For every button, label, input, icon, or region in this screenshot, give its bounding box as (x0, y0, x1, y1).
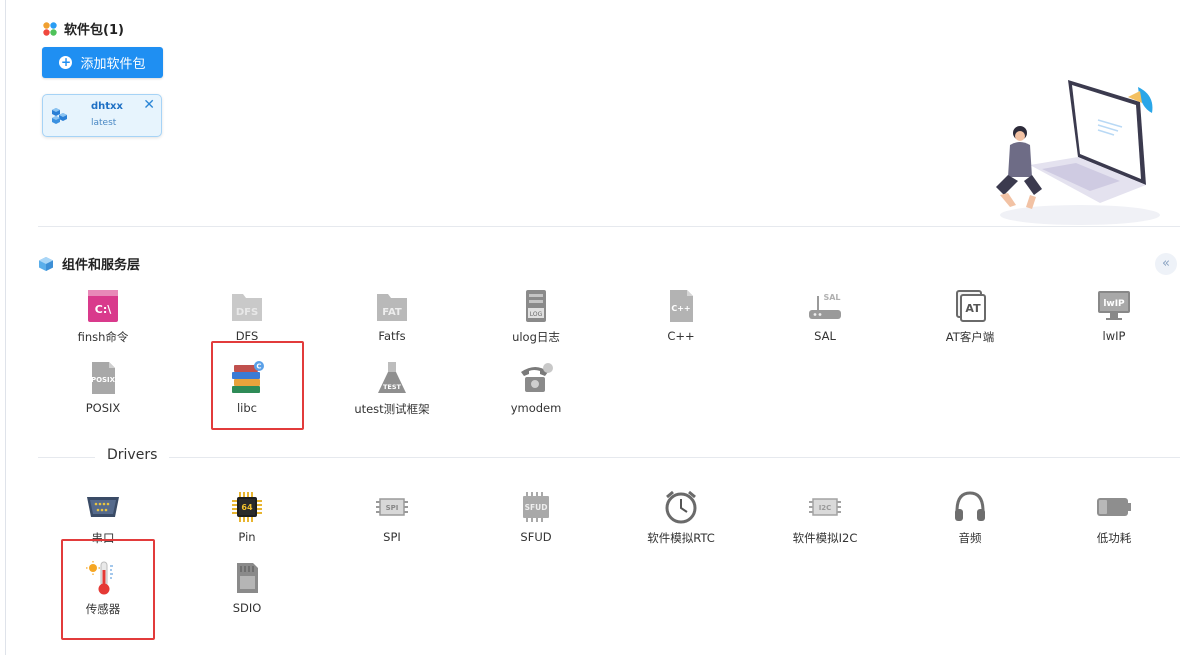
left-border (5, 0, 6, 655)
router-icon: SAL (809, 293, 841, 319)
packages-header: 软件包(1) (42, 19, 124, 38)
clock-icon (665, 490, 697, 524)
driver-label: 音频 (958, 531, 982, 545)
component-label: ulog日志 (512, 330, 560, 344)
component-sal[interactable]: SAL SAL (775, 288, 875, 348)
component-label: C++ (667, 329, 695, 343)
packages-icon (43, 21, 57, 36)
svg-text:C:\: C:\ (95, 303, 112, 316)
svg-text:SPI: SPI (386, 504, 399, 512)
driver-sfud[interactable]: SFUD SFUD (486, 489, 586, 549)
component-label: utest测试框架 (354, 402, 430, 416)
spi-bus-icon: SPI (376, 498, 408, 516)
driver-audio[interactable]: 音频 (920, 489, 1020, 549)
add-package-button[interactable]: + 添加软件包 (42, 47, 163, 78)
telephone-icon (521, 363, 553, 392)
remove-package-close-icon[interactable]: ✕ (143, 97, 155, 113)
driver-label: SDIO (232, 601, 262, 615)
component-ulog[interactable]: LOG ulog日志 (486, 288, 586, 348)
highlight-box-sensor (61, 539, 155, 640)
driver-soft-rtc[interactable]: 软件模拟RTC (631, 489, 731, 549)
driver-label: 低功耗 (1096, 531, 1132, 545)
highlight-box-libc (211, 341, 304, 430)
collapse-panel-button[interactable]: « (1155, 253, 1177, 275)
component-at-client[interactable]: AT AT客户端 (920, 288, 1020, 348)
components-cube-icon (39, 256, 53, 271)
sd-card-icon (237, 563, 258, 593)
serial-port-icon (87, 497, 119, 517)
svg-text:I2C: I2C (819, 504, 832, 512)
package-card-dhtxx[interactable]: dhtxx latest ✕ (42, 94, 162, 137)
battery-icon (1097, 498, 1131, 516)
component-posix[interactable]: POSIX POSIX (53, 360, 153, 420)
terminal-icon: C:\ (88, 290, 118, 322)
driver-spi[interactable]: SPI SPI (342, 489, 442, 549)
drivers-divider (38, 457, 1180, 458)
svg-text:DFS: DFS (236, 307, 258, 318)
driver-label: SPI (383, 530, 401, 544)
component-label: finsh命令 (77, 330, 129, 344)
headphones-icon (955, 491, 985, 521)
cpp-file-icon: C++ (670, 290, 693, 322)
i2c-bus-icon: I2C (809, 498, 841, 516)
component-label: SAL (814, 329, 836, 343)
folder-icon: FAT (377, 294, 407, 321)
package-cubes-icon (52, 108, 67, 124)
driver-low-power[interactable]: 低功耗 (1064, 489, 1164, 549)
chip-icon: 64 (232, 492, 262, 522)
component-label: AT客户端 (945, 330, 995, 344)
driver-sdio[interactable]: SDIO (197, 560, 297, 620)
svg-text:POSIX: POSIX (91, 376, 116, 384)
components-title: 组件和服务层 (62, 258, 141, 273)
laptop-person-illustration (996, 80, 1160, 225)
component-utest[interactable]: TEST utest测试框架 (342, 360, 442, 420)
driver-label: Pin (238, 530, 256, 544)
driver-label: SFUD (520, 530, 552, 544)
component-lwip[interactable]: lwIP lwIP (1064, 288, 1164, 348)
monitor-icon: lwIP (1098, 291, 1130, 320)
svg-text:64: 64 (241, 503, 253, 512)
flash-chip-icon: SFUD (523, 492, 549, 522)
packages-title: 软件包(1) (64, 23, 124, 38)
folder-icon: DFS (232, 294, 262, 321)
driver-soft-i2c[interactable]: I2C 软件模拟I2C (775, 489, 875, 549)
drivers-title: Drivers (95, 447, 170, 463)
svg-text:SFUD: SFUD (525, 503, 548, 512)
component-dfs[interactable]: DFS DFS (197, 288, 297, 348)
driver-label: 软件模拟I2C (792, 531, 858, 545)
add-package-label: 添加软件包 (80, 57, 146, 72)
svg-text:lwIP: lwIP (1103, 299, 1125, 309)
package-name: dhtxx (91, 101, 123, 112)
svg-text:AT: AT (965, 302, 981, 315)
section-divider (38, 226, 1180, 227)
log-file-icon: LOG (526, 290, 546, 322)
posix-file-icon: POSIX (91, 362, 116, 394)
svg-text:C++: C++ (671, 304, 690, 313)
at-command-icon: AT (956, 290, 986, 322)
component-cpp[interactable]: C++ C++ (631, 288, 731, 348)
driver-label: 软件模拟RTC (647, 531, 715, 545)
svg-text:FAT: FAT (382, 307, 402, 318)
svg-text:TEST: TEST (383, 383, 402, 391)
component-label: POSIX (85, 401, 121, 415)
component-label: ymodem (510, 401, 562, 415)
driver-pin[interactable]: 64 Pin (197, 489, 297, 549)
component-label: Fatfs (378, 329, 406, 343)
component-fatfs[interactable]: FAT Fatfs (342, 288, 442, 348)
component-label: lwIP (1102, 329, 1126, 343)
component-finsh[interactable]: C:\ finsh命令 (53, 288, 153, 348)
components-header: 组件和服务层 (38, 254, 140, 273)
flask-icon: TEST (378, 362, 406, 393)
component-ymodem[interactable]: ymodem (486, 360, 586, 420)
package-version: latest (91, 118, 117, 128)
plus-circle-icon: + (59, 55, 73, 69)
svg-text:SAL: SAL (823, 293, 840, 302)
svg-text:LOG: LOG (530, 311, 543, 318)
